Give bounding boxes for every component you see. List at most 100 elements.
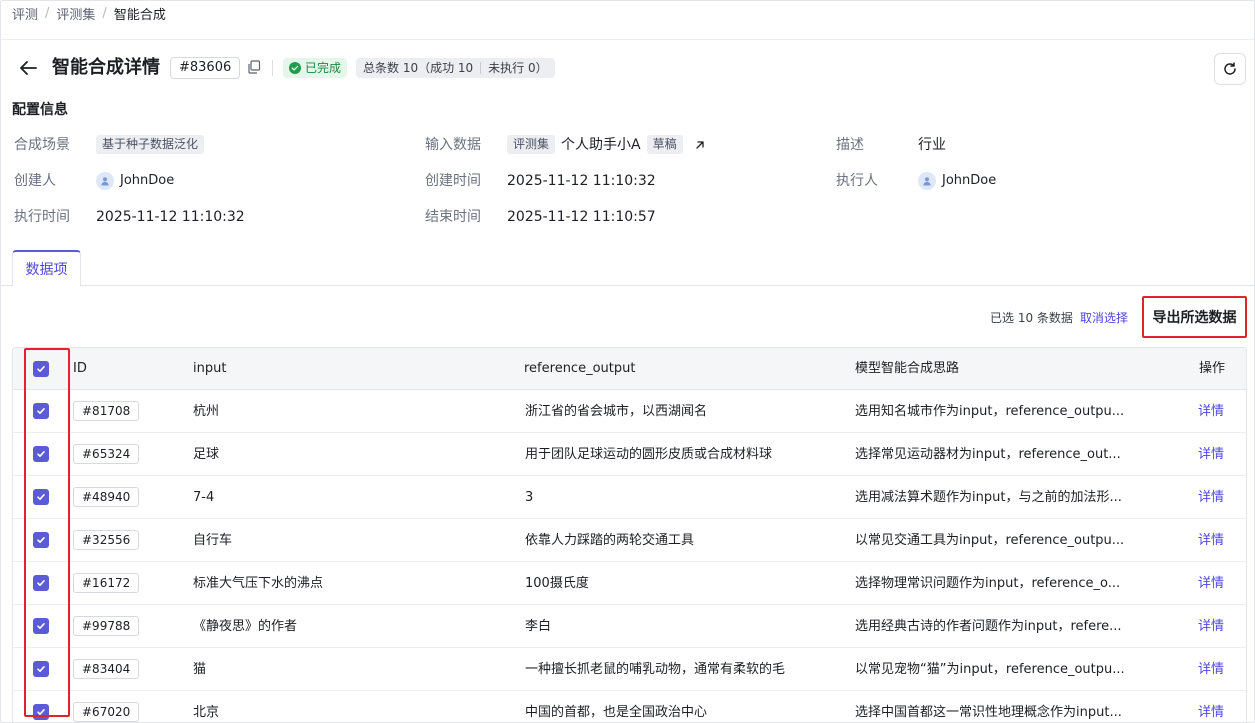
row-id-tag: #83404 <box>73 659 140 679</box>
row-detail-link[interactable]: 详情 <box>1198 489 1224 506</box>
row-reasoning: 选用知名城市作为input，reference_outpu... <box>855 404 1125 419</box>
row-id-tag: #65324 <box>73 444 140 464</box>
column-header-reference-output: reference_output <box>524 361 636 376</box>
table-row: #65324 足球 用于团队足球运动的圆形皮质或合成材料球 选择常见运动器材为inpu… <box>13 433 1246 476</box>
task-id-tag: #83606 <box>170 57 241 79</box>
column-header-id: ID <box>73 361 87 376</box>
row-input: 北京 <box>193 705 220 720</box>
breadcrumb: 评测 / 评测集 / 智能合成 <box>12 4 166 23</box>
external-link-icon[interactable] <box>693 138 707 152</box>
table-row: #67020 北京 中国的首都，也是全国政治中心 选择中国首都这一常识性地理概念作为i… <box>13 691 1246 722</box>
row-id-tag: #81708 <box>73 401 140 421</box>
config-section-title: 配置信息 <box>12 102 68 118</box>
refresh-icon <box>1224 62 1236 75</box>
input-data-value: 评测集 个人助手小A 草稿 <box>507 135 707 154</box>
breadcrumb-separator: / <box>102 5 107 21</box>
counts-total: 总条数 10（成功 10 <box>363 61 474 75</box>
export-selected-button[interactable]: 导出所选数据 <box>1142 296 1247 338</box>
user-avatar-icon <box>96 172 114 190</box>
row-checkbox[interactable] <box>33 403 49 419</box>
tab-data-items[interactable]: 数据项 <box>12 250 81 286</box>
row-reference-output: 浙江省的省会城市，以西湖闻名 <box>525 404 708 419</box>
row-reference-output: 依靠人力踩踏的两轮交通工具 <box>525 533 695 548</box>
created-time-value: 2025-11-12 11:10:32 <box>507 173 656 189</box>
row-detail-link[interactable]: 详情 <box>1198 661 1224 678</box>
row-reasoning: 以常见宠物“猫”为input，reference_outpu... <box>855 662 1125 677</box>
creator-value: JohnDoe <box>96 172 174 190</box>
row-reasoning: 以常见交通工具为input，reference_outpu... <box>855 533 1125 548</box>
row-detail-link[interactable]: 详情 <box>1198 618 1224 635</box>
row-detail-link[interactable]: 详情 <box>1198 575 1224 592</box>
row-checkbox[interactable] <box>33 618 49 634</box>
row-input: 《静夜思》的作者 <box>193 619 298 634</box>
end-time-value: 2025-11-12 11:10:57 <box>507 209 656 225</box>
table-header: ID input reference_output 模型智能合成思路 操作 <box>13 348 1246 390</box>
row-checkbox[interactable] <box>33 489 49 505</box>
select-all-checkbox[interactable] <box>33 361 49 377</box>
row-reasoning: 选择物理常识问题作为input，reference_o... <box>855 576 1121 591</box>
row-reference-output: 3 <box>525 490 534 505</box>
input-type-tag: 评测集 <box>507 135 556 154</box>
creator-label: 创建人 <box>14 173 56 189</box>
refresh-button[interactable] <box>1214 53 1246 85</box>
header-divider <box>1 39 1254 40</box>
scene-label: 合成场景 <box>14 137 70 153</box>
row-id-tag: #32556 <box>73 530 140 550</box>
counts-badge: 总条数 10（成功 10 未执行 0） <box>356 58 555 78</box>
created-time-label: 创建时间 <box>425 173 481 189</box>
app-frame: 评测 / 评测集 / 智能合成 智能合成详情 #83606 已完成 总条数 10… <box>0 0 1255 723</box>
row-input: 7-4 <box>193 490 215 505</box>
input-state-tag: 草稿 <box>646 135 683 154</box>
row-detail-link[interactable]: 详情 <box>1198 403 1224 420</box>
data-table: ID input reference_output 模型智能合成思路 操作 #8… <box>12 347 1247 722</box>
tab-bar-divider <box>1 285 1254 286</box>
row-detail-link[interactable]: 详情 <box>1198 532 1224 549</box>
column-header-reasoning: 模型智能合成思路 <box>855 361 960 376</box>
row-checkbox[interactable] <box>33 661 49 677</box>
counts-pending: 未执行 0） <box>488 61 548 75</box>
table-row: #81708 杭州 浙江省的省会城市，以西湖闻名 选用知名城市作为input，refe… <box>13 390 1246 433</box>
header-separator <box>272 60 273 76</box>
row-checkbox[interactable] <box>33 532 49 548</box>
row-id-tag: #16172 <box>73 573 140 593</box>
row-reference-output: 一种擅长抓老鼠的哺乳动物，通常有柔软的毛 <box>525 662 786 677</box>
exec-time-value: 2025-11-12 11:10:32 <box>96 209 245 225</box>
row-reference-output: 中国的首都，也是全国政治中心 <box>525 705 708 720</box>
row-checkbox[interactable] <box>33 704 49 720</box>
check-circle-icon <box>289 62 301 74</box>
input-data-label: 输入数据 <box>425 137 481 153</box>
row-detail-link[interactable]: 详情 <box>1198 446 1224 463</box>
row-checkbox[interactable] <box>33 446 49 462</box>
selection-info: 已选 10 条数据 <box>990 311 1073 325</box>
row-reference-output: 用于团队足球运动的圆形皮质或合成材料球 <box>525 447 773 462</box>
copy-icon[interactable] <box>247 60 261 74</box>
breadcrumb-item-evalset[interactable]: 评测集 <box>56 4 95 23</box>
row-input: 猫 <box>193 662 207 677</box>
row-checkbox[interactable] <box>33 575 49 591</box>
desc-label: 描述 <box>836 137 864 153</box>
row-detail-link[interactable]: 详情 <box>1198 704 1224 721</box>
table-row: #83404 猫 一种擅长抓老鼠的哺乳动物，通常有柔软的毛 以常见宠物“猫”为inpu… <box>13 648 1246 691</box>
row-input: 足球 <box>193 447 220 462</box>
row-id-tag: #67020 <box>73 702 140 722</box>
column-header-actions: 操作 <box>1199 361 1226 376</box>
row-id-tag: #48940 <box>73 487 140 507</box>
row-input: 杭州 <box>193 404 220 419</box>
table-row: #16172 标准大气压下水的沸点 100摄氏度 选择物理常识问题作为input，re… <box>13 562 1246 605</box>
cancel-selection-link[interactable]: 取消选择 <box>1080 310 1128 326</box>
executor-label: 执行人 <box>836 173 878 189</box>
back-arrow-icon[interactable] <box>17 57 39 79</box>
scene-value: 基于种子数据泛化 <box>96 135 205 154</box>
user-avatar-icon <box>918 172 936 190</box>
exec-time-label: 执行时间 <box>14 209 70 225</box>
row-reasoning: 选用经典古诗的作者问题作为input，refere... <box>855 619 1122 634</box>
breadcrumb-item-eval[interactable]: 评测 <box>12 4 38 23</box>
input-dataset-name[interactable]: 个人助手小A <box>561 136 641 154</box>
executor-name: JohnDoe <box>942 173 997 188</box>
breadcrumb-separator: / <box>45 5 50 21</box>
table-row: #48940 7-4 3 选用减法算术题作为input，与之前的加法形... 详情 <box>13 476 1246 519</box>
row-reference-output: 李白 <box>525 619 552 634</box>
end-time-label: 结束时间 <box>425 209 481 225</box>
creator-name: JohnDoe <box>120 173 175 188</box>
table-row: #32556 自行车 依靠人力踩踏的两轮交通工具 以常见交通工具为input，refe… <box>13 519 1246 562</box>
